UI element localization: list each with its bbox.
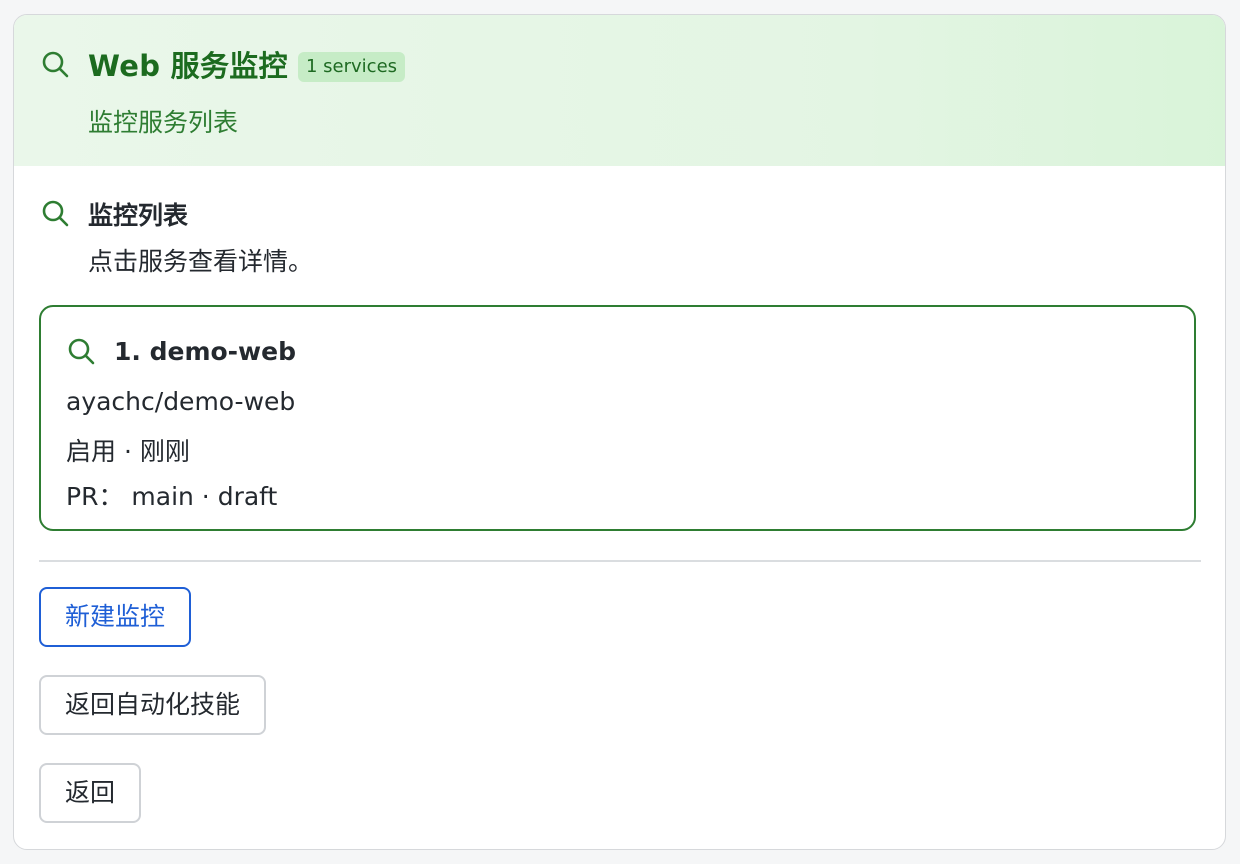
service-list-item[interactable]: 1. demo-web ayachc/demo-web 启用 · 刚刚 PR： … bbox=[39, 305, 1196, 531]
search-icon bbox=[66, 336, 96, 366]
page-subtitle: 监控服务列表 bbox=[88, 108, 239, 137]
new-monitor-button[interactable]: 新建监控 bbox=[39, 587, 192, 647]
section-title: 监控列表 bbox=[88, 201, 189, 230]
page-title: Web 服务监控 bbox=[88, 49, 288, 83]
search-icon bbox=[40, 49, 70, 79]
service-repo: ayachc/demo-web bbox=[66, 387, 296, 416]
back-to-automation-button[interactable]: 返回自动化技能 bbox=[39, 675, 267, 735]
services-count-badge: 1 services bbox=[298, 52, 406, 82]
divider bbox=[39, 560, 1201, 562]
section-description: 点击服务查看详情。 bbox=[88, 247, 314, 276]
back-button[interactable]: 返回 bbox=[39, 763, 142, 823]
search-icon bbox=[40, 198, 70, 228]
service-monitor-card: Web 服务监控 1 services 监控服务列表 监控列表 点击服务查看详情… bbox=[13, 14, 1226, 850]
card-header: Web 服务监控 1 services 监控服务列表 bbox=[14, 15, 1225, 166]
service-status: 启用 · 刚刚 bbox=[66, 437, 190, 466]
service-name: 1. demo-web bbox=[114, 337, 296, 366]
service-pr: PR： main · draft bbox=[66, 482, 278, 511]
